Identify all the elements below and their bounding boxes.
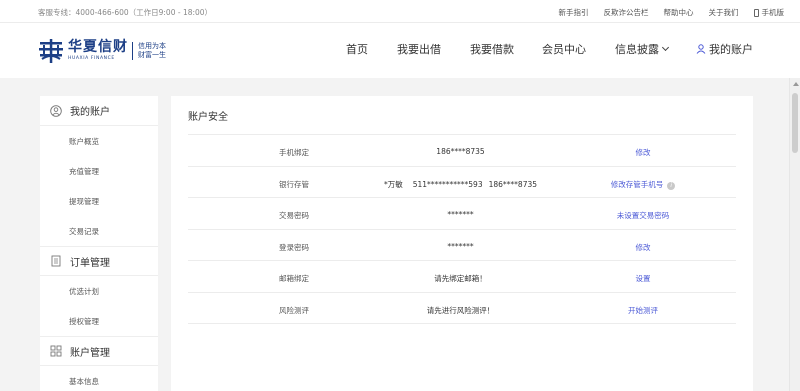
nav-disclosure-label: 信息披露 [615,43,659,56]
row-value: ******* [447,241,474,251]
logo-slogan-line1: 信用为本 [138,42,166,50]
page-scrollbar[interactable] [789,78,800,391]
set-email-link[interactable]: 设置 [588,273,698,284]
sidebar-section-my-account[interactable]: 我的账户 [40,96,158,126]
table-row-trade-password: 交易密码 ******* 未设置交易密码 [188,198,736,230]
logo-chinese-name: 华夏信财 [68,39,128,55]
row-label: 登录密码 [279,242,309,252]
table-row-login-password: 登录密码 ******* 修改 [188,230,736,261]
row-label: 邮箱绑定 [279,274,309,283]
sidebar-item-authorization[interactable]: 授权管理 [40,306,158,336]
account-security-panel: 账户安全 手机绑定 186****8735 修改 银行存管 *万敏 511****… [171,96,753,391]
row-value: *万敏 511***********593 186****8735 [366,179,555,190]
link-help-center[interactable]: 帮助中心 [664,7,694,18]
logo-divider [132,42,133,60]
logo-mark-icon [39,39,63,63]
page-title: 账户安全 [188,112,228,123]
nav-my-account-label: 我的账户 [709,43,753,56]
top-bar: 客服专线：4000-466-600（工作日9:00 - 18:00） 新手指引 … [0,0,800,23]
row-label: 手机绑定 [279,148,309,157]
start-assessment-link[interactable]: 开始测评 [588,305,698,316]
custody-account-name: *万敏 [383,179,403,189]
logo-english-name: HUAXIA FINANCE [68,56,115,61]
brand-logo[interactable]: 华夏信财 HUAXIA FINANCE 信用为本 财富一生 [38,39,166,63]
scroll-up-icon[interactable] [793,82,799,86]
sidebar-section-title: 我的账户 [70,107,110,118]
link-about-us[interactable]: 关于我们 [709,7,739,18]
nav-member-center[interactable]: 会员中心 [542,41,586,57]
nav-borrow[interactable]: 我要借款 [470,41,514,57]
row-value: 请先绑定邮箱！ [434,274,487,283]
link-mobile-version[interactable]: 手机版 [753,7,785,18]
main-header: 华夏信财 HUAXIA FINANCE 信用为本 财富一生 首页 我要出借 我要… [0,23,800,78]
set-trade-password-link[interactable]: 未设置交易密码 [588,210,698,221]
nav-disclosure[interactable]: 信息披露 [615,41,670,57]
sidebar-item-withdraw[interactable]: 提现管理 [40,186,158,216]
modify-login-password-link[interactable]: 修改 [588,242,698,253]
user-circle-icon [50,104,62,117]
row-label: 风险测评 [279,305,309,315]
security-table: 手机绑定 186****8735 修改 银行存管 *万敏 511*********… [188,135,736,324]
sidebar-item-recharge[interactable]: 充值管理 [40,156,158,186]
info-icon[interactable]: i [667,181,676,190]
sidebar-item-premium-plan[interactable]: 优选计划 [40,276,158,306]
row-value: ******* [447,210,474,219]
link-beginner-guide[interactable]: 新手指引 [559,7,589,18]
custody-action: 修改存管手机号 i [588,179,698,190]
row-value: 186****8735 [436,147,485,156]
row-label: 交易密码 [279,211,309,220]
logo-slogan-line2: 财富一生 [138,51,166,59]
sidebar-section-title: 账户管理 [70,347,110,359]
sidebar-item-account-overview[interactable]: 账户概览 [40,126,158,156]
document-icon [51,255,61,267]
mobile-version-label: 手机版 [761,8,785,17]
row-label: 银行存管 [279,179,309,189]
sidebar-section-account-management[interactable]: 账户管理 [40,336,158,366]
chevron-down-icon [661,43,670,52]
nav-home[interactable]: 首页 [346,41,368,57]
nav-lend[interactable]: 我要出借 [397,41,441,57]
sidebar-section-title: 订单管理 [70,257,110,269]
modify-custody-phone-link[interactable]: 修改存管手机号 [611,180,664,189]
nav-my-account[interactable]: 我的账户 [696,41,753,57]
custody-card-number: 511***********593 [412,179,483,189]
table-row-email-binding: 邮箱绑定 请先绑定邮箱！ 设置 [188,261,736,293]
table-row-risk-assessment: 风险测评 请先进行风险测评！ 开始测评 [188,293,736,324]
table-row-bank-custody: 银行存管 *万敏 511***********593 186****8735 修改存… [188,167,736,198]
table-row-phone-binding: 手机绑定 186****8735 修改 [188,135,736,167]
link-anti-fraud[interactable]: 反欺诈公告栏 [604,7,649,18]
sidebar-item-basic-info[interactable]: 基本信息 [40,366,158,391]
user-icon [696,44,706,54]
row-value: 请先进行风险测评！ [426,305,495,315]
modify-phone-link[interactable]: 修改 [588,147,698,158]
scrollbar-thumb[interactable] [792,93,798,153]
customer-hotline: 客服专线：4000-466-600（工作日9:00 - 18:00） [38,8,213,17]
sidebar-section-orders[interactable]: 订单管理 [40,246,158,276]
top-links: 新手指引 反欺诈公告栏 帮助中心 关于我们 手机版 [559,7,785,18]
mobile-phone-icon [753,8,759,17]
account-sidebar: 我的账户 账户概览 充值管理 提现管理 交易记录 订单管理 优选计划 授权管理 … [40,96,158,391]
custody-phone: 186****8735 [488,179,538,189]
sidebar-item-transactions[interactable]: 交易记录 [40,216,158,246]
grid-icon [50,345,62,357]
